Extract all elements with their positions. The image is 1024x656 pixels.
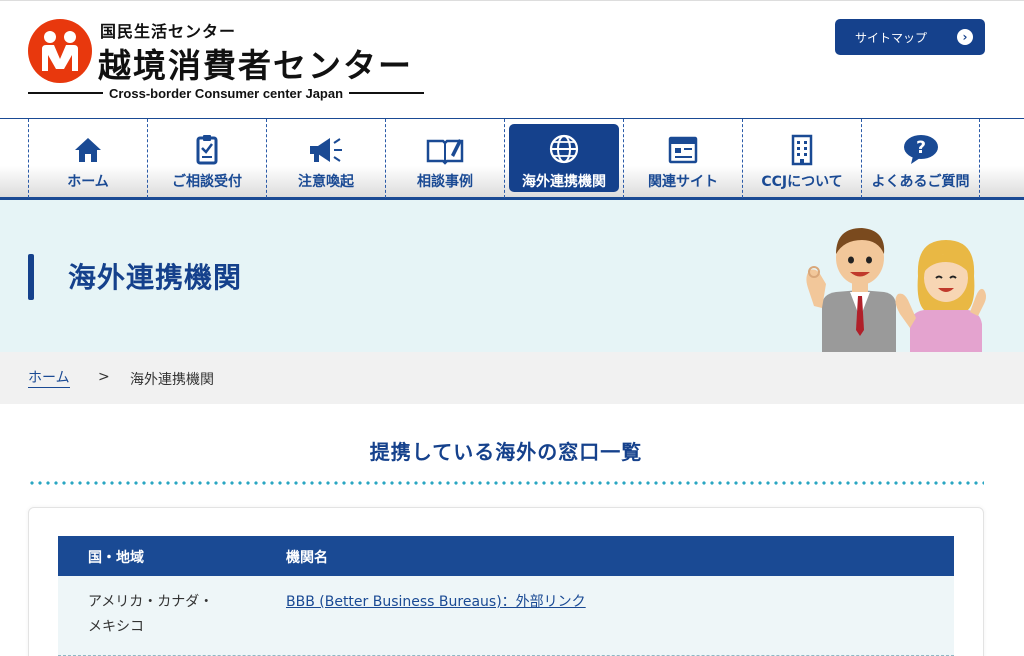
- table-row: アメリカ・カナダ・メキシコ BBB (Better Business Burea…: [58, 576, 954, 656]
- megaphone-icon: [267, 133, 385, 167]
- dotted-divider: [28, 480, 984, 486]
- logo-mark-icon: [28, 19, 92, 83]
- nav-item-home[interactable]: ホーム: [28, 119, 147, 198]
- sitemap-label: サイトマップ: [855, 30, 928, 45]
- column-header-region: 国・地域: [88, 550, 144, 566]
- logo-english-text: Cross-border Consumer center Japan: [108, 85, 344, 101]
- title-accent-bar: [28, 254, 34, 300]
- nav-item-faq[interactable]: ? よくあるご質問: [861, 119, 980, 198]
- global-nav: ホーム ご相談受付 注意喚起 相談事例 海外連携機関 関連サイト CCJについて…: [0, 118, 1024, 200]
- nav-item-related-sites[interactable]: 関連サイト: [623, 119, 742, 198]
- nav-label: 海外連携機関: [522, 174, 606, 190]
- globe-icon: [505, 133, 623, 167]
- nav-label: 関連サイト: [648, 174, 718, 190]
- book-icon: [386, 133, 504, 167]
- logo-title: 越境消費者センター: [98, 46, 413, 85]
- nav-item-alerts[interactable]: 注意喚起: [266, 119, 385, 198]
- clipboard-icon: [148, 133, 266, 167]
- nav-label: CCJについて: [761, 174, 843, 190]
- breadcrumb-separator: >: [98, 369, 110, 385]
- nav-label: ご相談受付: [172, 174, 242, 190]
- svg-text:?: ?: [916, 138, 926, 158]
- region-cell: アメリカ・カナダ・メキシコ: [88, 594, 214, 635]
- question-icon: ?: [862, 133, 979, 167]
- sitemap-button[interactable]: サイトマップ ›: [835, 19, 985, 55]
- people-illustration-icon: [800, 218, 1000, 352]
- nav-item-about[interactable]: CCJについて: [742, 119, 861, 198]
- nav-item-overseas[interactable]: 海外連携機関: [504, 119, 623, 198]
- nav-label: 相談事例: [417, 174, 473, 190]
- chevron-right-icon: ›: [957, 29, 973, 45]
- page-hero: 海外連携機関: [0, 200, 1024, 352]
- site-logo[interactable]: 国民生活センター 越境消費者センター Cross-border Consumer…: [28, 15, 428, 105]
- breadcrumb-current: 海外連携機関: [130, 372, 214, 388]
- nav-item-consultation[interactable]: ご相談受付: [147, 119, 266, 198]
- nav-label: よくあるご質問: [871, 174, 970, 190]
- breadcrumb: ホーム > 海外連携機関: [0, 352, 1024, 404]
- section-title: 提携している海外の窓口一覧: [369, 440, 643, 464]
- table-header: 国・地域 機関名: [58, 536, 954, 576]
- nav-label: ホーム: [67, 174, 109, 190]
- browser-icon: [624, 133, 742, 167]
- site-header: 国民生活センター 越境消費者センター Cross-border Consumer…: [0, 0, 1024, 118]
- logo-english: Cross-border Consumer center Japan: [28, 84, 425, 102]
- column-header-agency: 機関名: [286, 550, 328, 566]
- agency-table: 国・地域 機関名 アメリカ・カナダ・メキシコ BBB (Better Busin…: [58, 536, 954, 656]
- breadcrumb-home-link[interactable]: ホーム: [28, 369, 70, 388]
- agency-link[interactable]: BBB (Better Business Bureaus)：外部リンク: [286, 590, 586, 615]
- building-icon: [743, 133, 861, 167]
- nav-item-cases[interactable]: 相談事例: [385, 119, 504, 198]
- home-icon: [29, 133, 147, 167]
- nav-label: 注意喚起: [298, 174, 354, 190]
- page-title: 海外連携機関: [68, 261, 243, 294]
